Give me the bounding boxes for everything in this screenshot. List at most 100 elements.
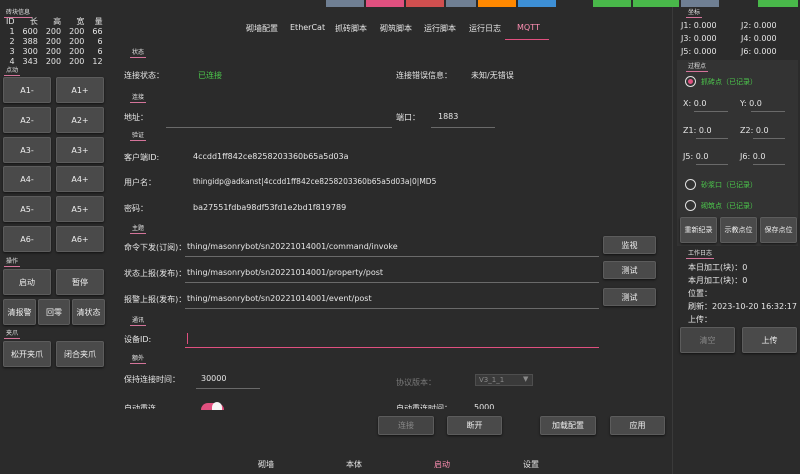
top-cap-1[interactable] [326,0,364,7]
tab-ethercat[interactable]: EtherCat [290,23,325,32]
upload-button[interactable]: 上传 [742,327,797,353]
table-row: 2 388 200 200 6 [2,37,107,47]
open-clamp-button[interactable]: 松开夹爪 [3,341,51,367]
jog-a4-minus-button[interactable]: A4- [3,166,51,192]
load-config-button[interactable]: 加载配置 [540,416,596,435]
tab-run-log[interactable]: 运行日志 [469,23,501,34]
state-test-button[interactable]: 测试 [603,261,656,279]
auto-reconnect-knob [212,402,222,410]
rerecord-button[interactable]: 重新纪录 [680,217,717,243]
disconnect-button[interactable]: 断开 [447,416,502,435]
jog-a3-minus-button[interactable]: A3- [3,137,51,163]
home-button[interactable]: 回零 [38,299,70,325]
top-cap-4[interactable] [446,0,476,7]
today-count: 本日加工(块)：0 [688,262,747,273]
coord-value: 0.000 [753,21,777,30]
point-label: Z1: [683,126,697,135]
top-cap-7[interactable] [593,0,631,7]
table-cell: 6 [97,37,103,46]
tab-mqtt[interactable]: MQTT [517,23,540,32]
teach-point-button[interactable]: 示教点位 [720,217,757,243]
top-cap-6[interactable] [518,0,556,7]
point-x: X: 0.0 [683,99,706,108]
table-cell: 1 [9,27,15,36]
top-cap-8[interactable] [633,0,679,7]
monitor-button[interactable]: 监视 [603,236,656,254]
save-point-button[interactable]: 保存点位 [760,217,797,243]
jog-a2-plus-button[interactable]: A2+ [56,107,104,133]
connect-button[interactable]: 连接 [378,416,434,435]
jog-a4-plus-button[interactable]: A4+ [56,166,104,192]
top-cap-10[interactable] [758,0,798,7]
client-id-input[interactable]: 4ccdd1ff842ce8258203360b65a5d03a [193,152,349,161]
alarm-test-button[interactable]: 测试 [603,288,656,306]
protocol-select[interactable]: V3_1_1 ▼ [475,374,533,386]
alarm-topic-label: 报警上报(发布)： [124,295,187,304]
auto-reconnect-interval-label: 自动重连时间： [396,404,452,409]
username-input[interactable]: thingidp@adkanst|4ccdd1ff842ce8258203360… [193,177,436,186]
top-cap-5[interactable] [478,0,516,7]
table-cell: 3 [9,47,15,56]
bottom-tab-body[interactable]: 本体 [346,459,362,470]
alarm-underline [185,308,599,309]
tab-build-script[interactable]: 砌筑脚本 [380,23,412,34]
close-clamp-button[interactable]: 闭合夹爪 [56,341,104,367]
pause-button[interactable]: 暂停 [56,269,104,295]
top-cap-9[interactable] [681,0,719,7]
bottom-tab-start[interactable]: 启动 [434,459,450,470]
conn-status-value: 已连接 [198,71,222,80]
alarm-topic-input[interactable]: thing/masonrybot/sn20221014001/event/pos… [187,294,372,303]
auto-reconnect-interval-input[interactable]: 5000 [474,403,494,409]
port-input[interactable]: 1883 [438,112,458,121]
coord-j6: J6: 0.000 [741,47,777,56]
table-cell: 66 [92,27,103,36]
conn-error-value: 未知/无错误 [471,71,514,80]
point-j6-underline [753,164,785,165]
bottom-tab-settings[interactable]: 设置 [523,459,539,470]
cmd-topic-input[interactable]: thing/masonrybot/sn20221014001/command/i… [187,242,398,251]
cmd-underline [185,256,599,257]
table-cell: 200 [45,57,62,66]
address-input[interactable] [166,112,392,126]
device-id-input[interactable] [185,330,599,348]
column-header: 高 [53,17,62,26]
jog-a6-minus-button[interactable]: A6- [3,226,51,252]
coord-label: J5: [681,47,692,56]
jog-a5-plus-button[interactable]: A5+ [56,196,104,222]
status-group-label: 状态 [130,49,147,58]
grab-point-radio[interactable] [685,76,696,87]
table-cell: 12 [92,57,103,66]
comm-group-label: 通讯 [130,317,147,326]
column-header: ID [6,17,15,26]
jog-a1-minus-button[interactable]: A1- [3,77,51,103]
top-cap-3[interactable] [406,0,444,7]
table-row: 3 300 200 200 6 [2,47,107,57]
jog-a5-minus-button[interactable]: A5- [3,196,51,222]
apply-button[interactable]: 应用 [610,416,665,435]
tab-run-script[interactable]: 运行脚本 [424,23,456,34]
tab-grab-script[interactable]: 抓砖脚本 [335,23,367,34]
jog-a6-plus-button[interactable]: A6+ [56,226,104,252]
state-topic-input[interactable]: thing/masonrybot/sn20221014001/property/… [187,268,383,277]
jog-a1-plus-button[interactable]: A1+ [56,77,104,103]
tab-wall-config[interactable]: 砌墙配置 [246,23,278,34]
today-label: 本日加工(块)： [688,263,743,272]
address-label: 地址： [124,113,148,122]
jog-a2-minus-button[interactable]: A2- [3,107,51,133]
clear-log-button[interactable]: 清空 [680,327,735,353]
build-point-label: 砌筑点（已记录） [701,202,757,210]
start-button[interactable]: 启动 [3,269,51,295]
bottom-tab-wall[interactable]: 砌墙 [258,459,274,470]
right-panel-divider [672,7,673,474]
jog-a3-plus-button[interactable]: A3+ [56,137,104,163]
mortar-point-radio[interactable] [685,179,696,190]
points-title: 过程点 [686,63,709,72]
keepalive-input[interactable]: 30000 [201,374,226,383]
clear-alarm-button[interactable]: 清报警 [3,299,36,325]
top-cap-2[interactable] [366,0,404,7]
password-input[interactable]: ba27551fdba98df53fd1e2bd1f819789 [193,203,346,212]
clear-status-button[interactable]: 清状态 [72,299,105,325]
table-cell: 388 [22,37,38,46]
month-label: 本月加工(块)： [688,276,743,285]
build-point-radio[interactable] [685,200,696,211]
